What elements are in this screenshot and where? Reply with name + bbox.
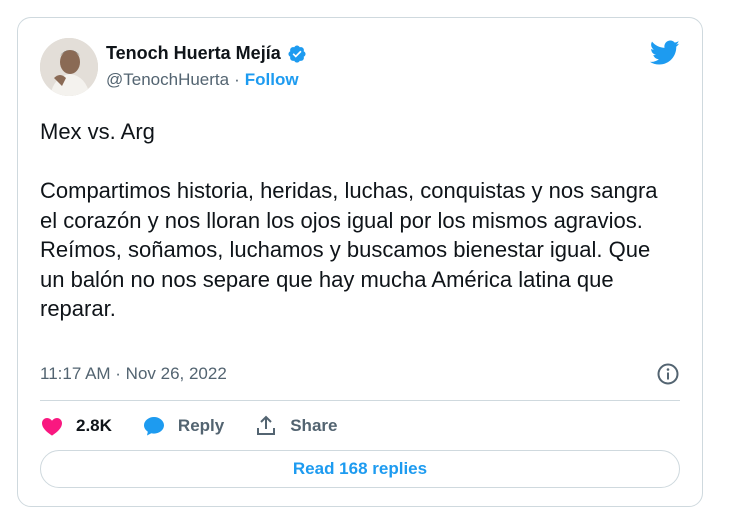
verified-badge-icon	[288, 44, 306, 63]
share-label: Share	[290, 416, 338, 435]
info-icon[interactable]	[656, 362, 680, 386]
like-button[interactable]: 2.8K	[40, 414, 112, 438]
separator-dot: ·	[234, 70, 240, 89]
read-replies-button[interactable]: Read 168 replies	[40, 450, 680, 488]
reply-button[interactable]: Reply	[142, 414, 224, 438]
twitter-bird-icon[interactable]	[650, 40, 680, 66]
author-handle[interactable]: @TenochHuerta	[106, 70, 229, 90]
reply-label: Reply	[177, 416, 225, 435]
tweet-card: Tenoch Huerta Mejía @TenochHuerta · Foll…	[17, 17, 703, 507]
avatar[interactable]	[40, 38, 98, 96]
author-name[interactable]: Tenoch Huerta Mejía	[106, 43, 281, 64]
divider	[40, 400, 680, 401]
tweet-timestamp[interactable]: 11:17 AM · Nov 26, 2022	[40, 364, 227, 384]
share-upload-icon	[257, 415, 276, 435]
handle-row: @TenochHuerta · Follow	[106, 70, 299, 90]
heart-icon	[42, 418, 62, 436]
follow-button[interactable]: Follow	[245, 70, 299, 90]
author-row: Tenoch Huerta Mejía	[106, 43, 307, 64]
action-bar: 2.8K Reply Share	[40, 414, 367, 438]
share-button[interactable]: Share	[254, 414, 337, 438]
like-count: 2.8K	[76, 416, 112, 435]
speech-bubble-icon	[143, 417, 164, 436]
tweet-text: Mex vs. Arg Compartimos historia, herida…	[40, 119, 658, 321]
